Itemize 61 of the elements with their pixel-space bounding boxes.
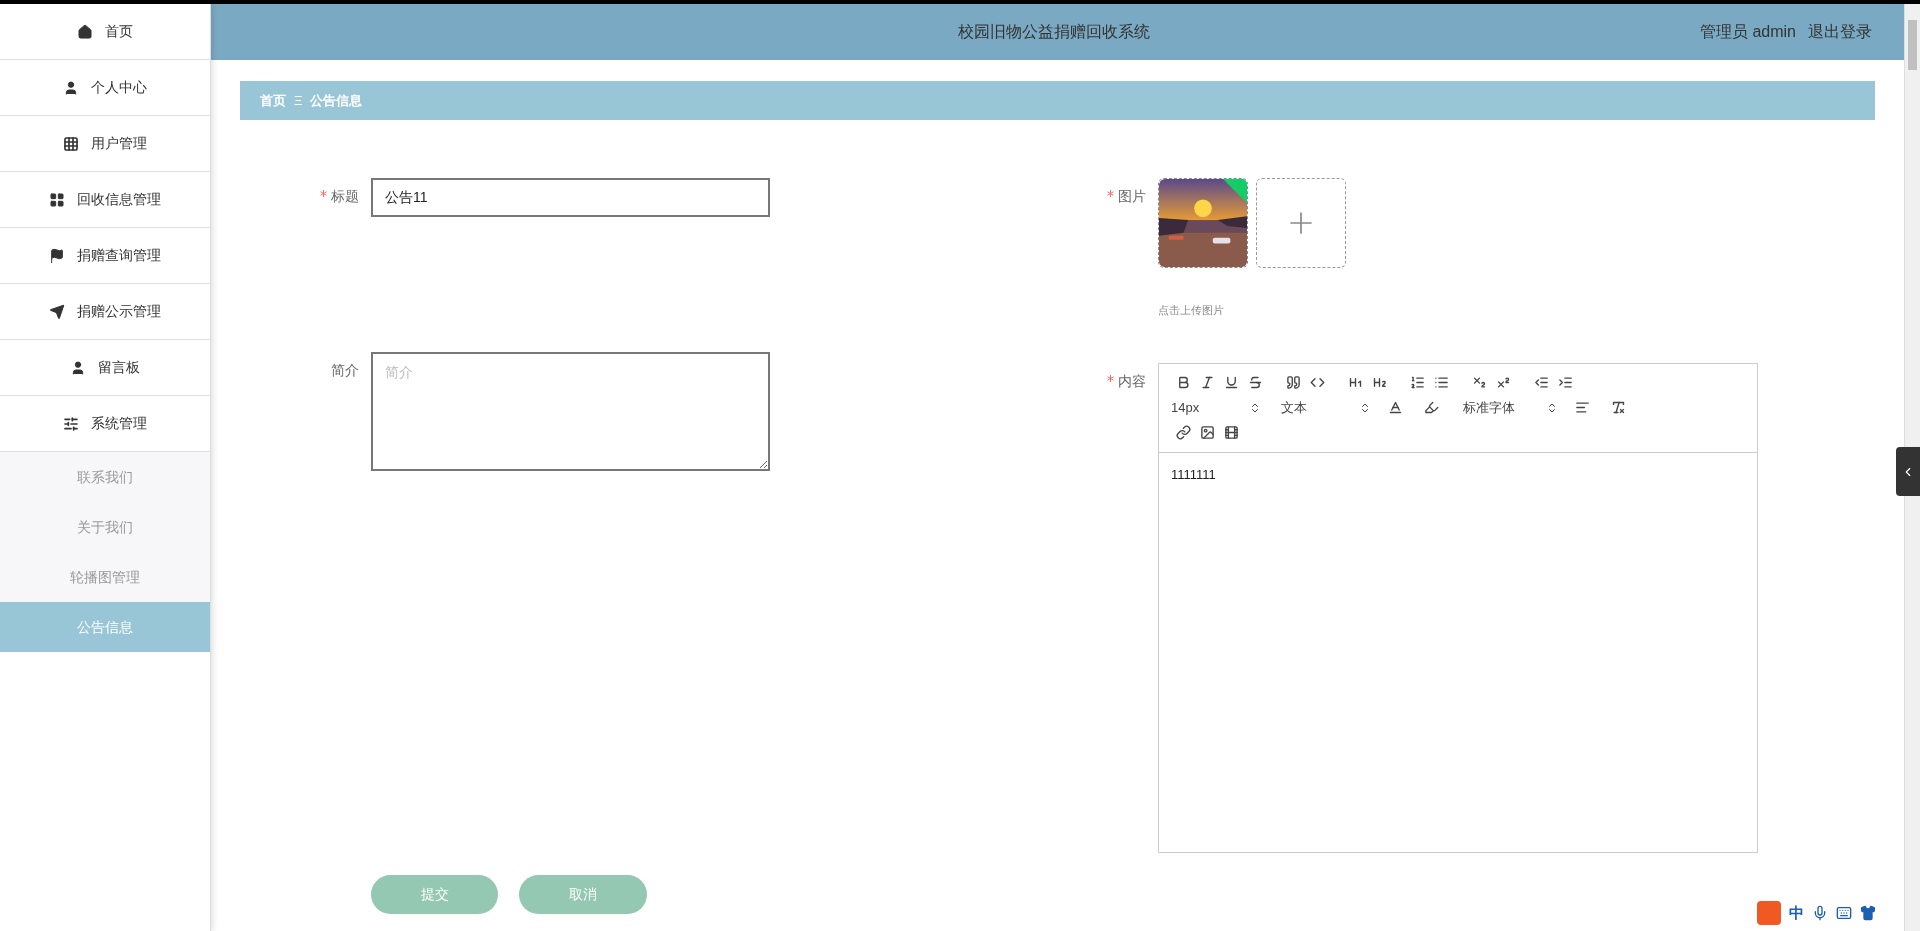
- field-label: 简介: [331, 361, 359, 380]
- flag-icon: [49, 247, 65, 264]
- quote-icon: [1285, 375, 1301, 390]
- title-input[interactable]: 公告11: [371, 178, 770, 217]
- code-icon: [1309, 375, 1325, 390]
- menu-item[interactable]: 捐赠公示管理: [0, 284, 210, 340]
- image-icon: [1199, 425, 1215, 440]
- editor-select[interactable]: 14px: [1171, 397, 1261, 418]
- logout-link[interactable]: 退出登录: [1808, 20, 1872, 44]
- sliders-icon: [63, 415, 79, 432]
- font-color-icon: [1387, 400, 1403, 415]
- indent-icon: [1557, 375, 1573, 390]
- video-icon: [1223, 425, 1239, 440]
- heading-one-icon: [1347, 375, 1363, 390]
- ime-mode: 中: [1789, 902, 1804, 923]
- superscript-icon: [1495, 375, 1511, 390]
- align-icon: [1574, 400, 1590, 415]
- paper-plane-icon: [49, 303, 65, 320]
- outdent-icon: [1533, 375, 1549, 390]
- up-down-icon: [1249, 401, 1261, 414]
- heading-two-icon: [1371, 375, 1387, 390]
- apps-icon: [49, 191, 65, 208]
- keyboard-icon: [1836, 905, 1852, 921]
- field-label: 内容: [1118, 371, 1146, 391]
- subscript-icon: [1471, 375, 1487, 390]
- highlight-icon: [1423, 400, 1439, 415]
- menu-item[interactable]: 首页: [0, 4, 210, 60]
- menu-item[interactable]: 留言板: [0, 340, 210, 396]
- breadcrumb-separator: Ξ: [294, 91, 303, 110]
- ime-logo-icon: [1757, 901, 1781, 925]
- editor-select[interactable]: 文本: [1281, 397, 1371, 418]
- menu-item[interactable]: 回收信息管理: [0, 172, 210, 228]
- summary-textarea[interactable]: 简介: [371, 352, 770, 471]
- microphone-icon: [1812, 905, 1828, 921]
- bullet-list-icon: [1433, 375, 1449, 390]
- clear-format-icon: [1610, 400, 1626, 415]
- up-down-icon: [1546, 401, 1558, 414]
- user-icon: [63, 79, 79, 96]
- field-label: 图片: [1118, 187, 1146, 206]
- shirt-icon: [1860, 905, 1876, 921]
- editor-text[interactable]: 1111111: [1159, 452, 1757, 496]
- upload-button[interactable]: [1256, 178, 1346, 268]
- strikethrough-icon: [1247, 375, 1263, 390]
- menu-item[interactable]: 系统管理: [0, 396, 210, 452]
- numbered-list-icon: [1409, 375, 1425, 390]
- menu-item[interactable]: 用户管理: [0, 116, 210, 172]
- user-name: 管理员 admin: [1699, 22, 1796, 42]
- home-icon: [77, 23, 93, 40]
- user-icon: [70, 359, 86, 376]
- upload-hint: 点击上传图片: [1158, 303, 1225, 318]
- editor-select[interactable]: 标准字体: [1463, 397, 1558, 418]
- up-down-icon: [1359, 401, 1371, 414]
- menu-item[interactable]: 个人中心: [0, 60, 210, 116]
- system-title: 校园旧物公益捐赠回收系统: [957, 22, 1150, 42]
- underline-icon: [1223, 375, 1239, 390]
- breadcrumb-current: 公告信息: [310, 91, 363, 110]
- menu-item[interactable]: 捐赠查询管理: [0, 228, 210, 284]
- italic-icon: [1199, 375, 1215, 390]
- link-icon: [1175, 425, 1191, 440]
- field-label: 标题: [331, 187, 359, 206]
- grid-icon: [63, 135, 79, 152]
